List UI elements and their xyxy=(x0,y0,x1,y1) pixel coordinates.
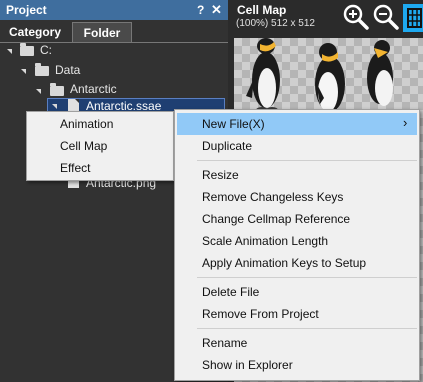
menu-item-delete-file[interactable]: Delete File xyxy=(202,285,259,299)
grid-toggle-icon[interactable] xyxy=(403,4,423,32)
cellmap-title: Cell Map xyxy=(237,3,287,17)
close-icon[interactable]: ✕ xyxy=(211,0,222,20)
submenu-item-animation[interactable]: Animation xyxy=(60,117,113,131)
expand-triangle-icon[interactable] xyxy=(7,49,12,54)
zoom-in-icon[interactable] xyxy=(343,4,369,30)
folder-icon xyxy=(50,83,64,96)
context-menu: New File(X) › Duplicate Resize Remove Ch… xyxy=(174,109,420,381)
menu-item-apply-animation-keys[interactable]: Apply Animation Keys to Setup xyxy=(202,256,366,270)
expand-triangle-icon[interactable] xyxy=(36,89,41,94)
expand-triangle-icon[interactable] xyxy=(52,104,57,109)
menu-separator xyxy=(197,160,417,161)
new-file-submenu: Animation Cell Map Effect xyxy=(26,111,174,181)
expand-triangle-icon[interactable] xyxy=(21,69,26,74)
menu-item-rename[interactable]: Rename xyxy=(202,336,247,350)
menu-item-scale-animation-length[interactable]: Scale Animation Length xyxy=(202,234,328,248)
pin-icon[interactable]: ? xyxy=(197,0,204,20)
menu-item-duplicate[interactable]: Duplicate xyxy=(202,139,252,153)
tree-item-antarctic-folder[interactable]: Antarctic xyxy=(70,82,117,96)
menu-item-change-cellmap-reference[interactable]: Change Cellmap Reference xyxy=(202,212,350,226)
folder-icon xyxy=(35,63,49,76)
menu-separator xyxy=(197,328,417,329)
menu-item-show-in-explorer[interactable]: Show in Explorer xyxy=(202,358,293,372)
menu-item-resize[interactable]: Resize xyxy=(202,168,239,182)
folder-icon xyxy=(20,43,34,56)
tab-folder[interactable]: Folder xyxy=(72,22,132,43)
project-panel-titlebar: Project ? ✕ xyxy=(0,0,228,20)
tab-category[interactable]: Category xyxy=(6,22,64,42)
cellmap-info: (100%) 512 x 512 xyxy=(236,18,315,29)
submenu-item-effect[interactable]: Effect xyxy=(60,161,90,175)
tree-item-drive[interactable]: C: xyxy=(40,43,52,57)
zoom-out-icon[interactable] xyxy=(373,4,399,30)
tree-item-data[interactable]: Data xyxy=(55,63,80,77)
menu-separator xyxy=(197,277,417,278)
project-panel-title: Project xyxy=(6,3,47,17)
menu-item-remove-changeless-keys[interactable]: Remove Changeless Keys xyxy=(202,190,343,204)
menu-item-new-file[interactable]: New File(X) xyxy=(202,117,265,131)
tab-divider xyxy=(0,42,228,43)
menu-item-remove-from-project[interactable]: Remove From Project xyxy=(202,307,319,321)
submenu-item-cell-map[interactable]: Cell Map xyxy=(60,139,107,153)
chevron-right-icon: › xyxy=(403,115,408,130)
